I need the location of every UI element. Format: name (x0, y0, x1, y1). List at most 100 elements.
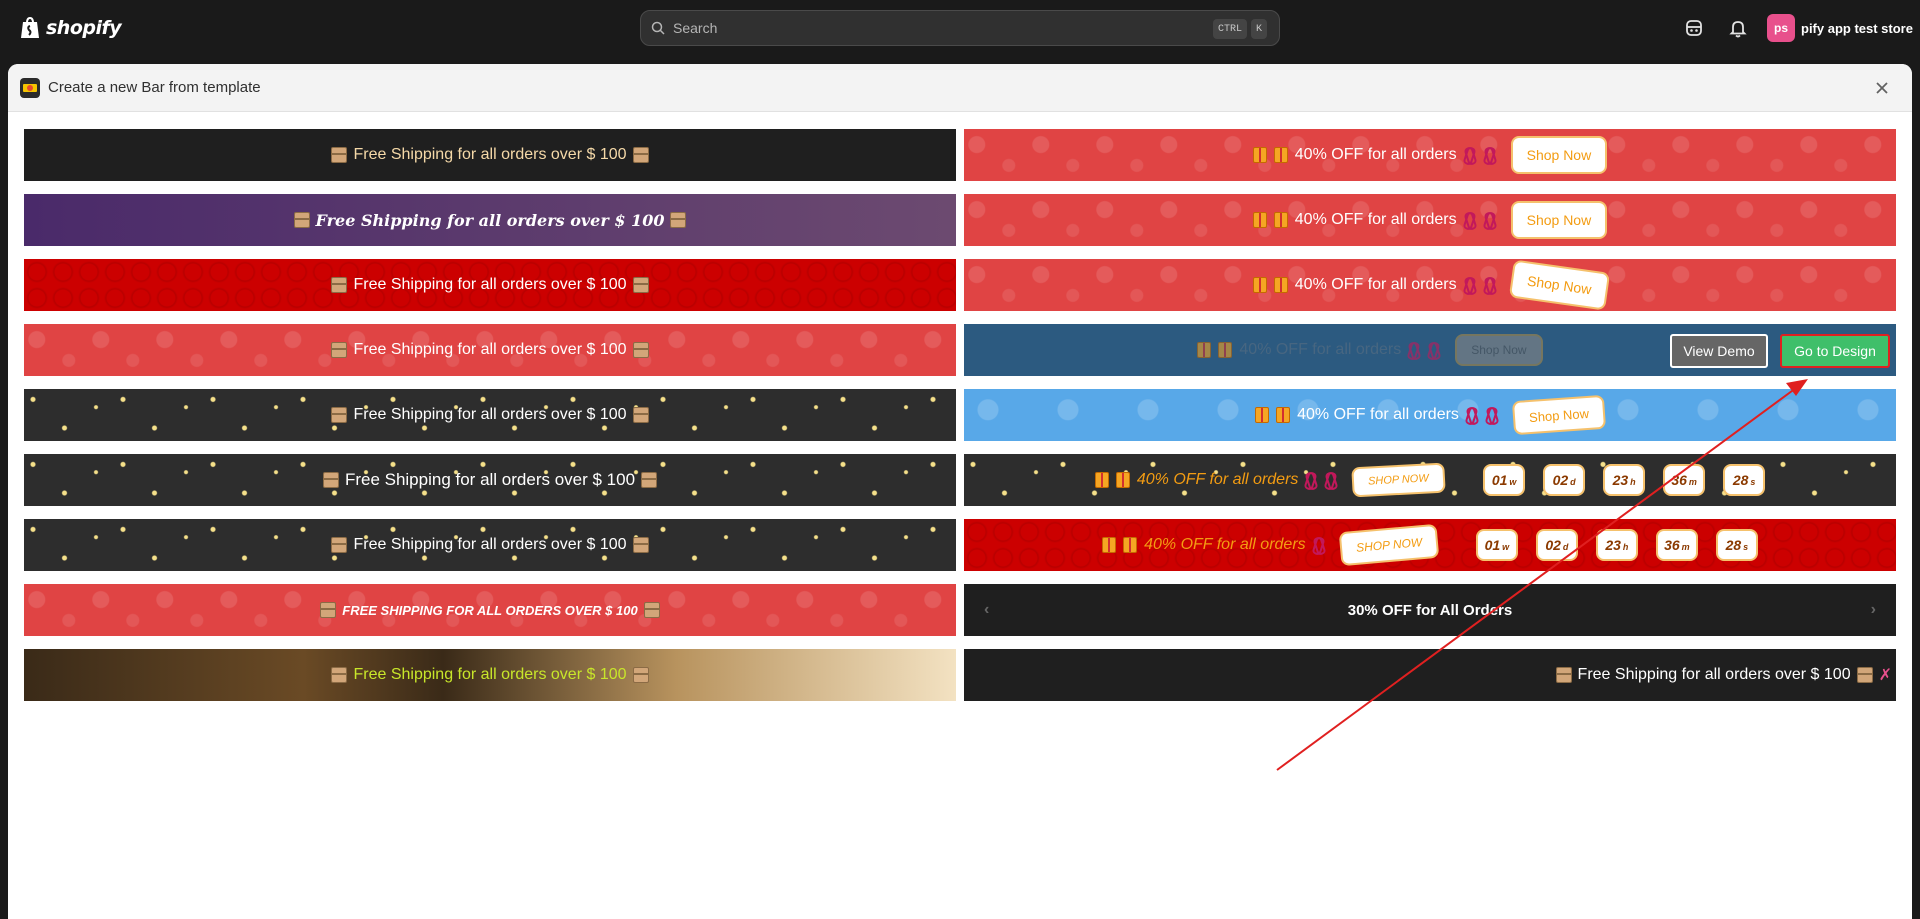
shopify-bag-icon (21, 16, 39, 38)
avatar: ps (1767, 14, 1795, 42)
template-bar-left-4[interactable]: Free Shipping for all orders over $ 100 (24, 324, 956, 376)
app-logo-icon (23, 84, 37, 92)
shortcut-ctrl: CTRL (1213, 19, 1248, 39)
chevron-left-icon[interactable]: ‹ (984, 601, 989, 619)
ribbon-icon (1485, 147, 1495, 163)
ribbon-icon (1306, 472, 1316, 488)
store-switcher[interactable]: ps pify app test store (1767, 14, 1913, 42)
template-bar-left-5[interactable]: Free Shipping for all orders over $ 100 (24, 389, 956, 441)
ribbon-icon (1429, 342, 1439, 358)
offer-text: 40% OFF for all orders (1136, 471, 1299, 488)
logo-text: shopify (46, 17, 122, 39)
slider-text: 30% OFF for All Orders (1347, 601, 1513, 619)
template-bar-right-9[interactable]: Free Shipping for all orders over $ 100 ✗ (964, 649, 1896, 701)
shop-now-button[interactable]: SHOP NOW (1338, 523, 1440, 567)
package-icon (331, 537, 348, 553)
sidekick-icon[interactable] (1682, 16, 1706, 40)
shortcut-k: K (1251, 19, 1268, 39)
chevron-right-icon[interactable]: › (1871, 601, 1876, 619)
search-input[interactable]: Search CTRL K (640, 10, 1280, 46)
package-icon (320, 602, 337, 618)
template-bar-right-2[interactable]: 40% OFF for all orders Shop Now (964, 194, 1896, 246)
package-icon (293, 212, 310, 228)
countdown-days: 02 d (1543, 464, 1586, 496)
bar-text: Free Shipping for all orders over $ 100 (353, 666, 627, 683)
package-icon (632, 537, 649, 553)
package-icon (632, 277, 649, 293)
package-icon (331, 147, 348, 163)
bar-text: Free Shipping for all orders over $ 100 (353, 341, 627, 358)
bar-text: Free Shipping for all orders over $ 100 (344, 470, 636, 489)
gift-icon (1102, 537, 1117, 553)
bell-icon[interactable] (1726, 16, 1750, 40)
package-icon (1856, 667, 1873, 683)
shopify-logo[interactable]: shopify (20, 14, 122, 42)
template-bar-left-8[interactable]: FREE SHIPPING FOR ALL ORDERS OVER $ 100 (24, 584, 956, 636)
template-bar-right-1[interactable]: 40% OFF for all orders Shop Now (964, 129, 1896, 181)
offer-text: 40% OFF for all orders (1297, 406, 1459, 423)
ribbon-icon (1487, 407, 1497, 423)
shop-now-button[interactable]: Shop Now (1510, 136, 1608, 174)
shop-now-button[interactable]: Shop Now (1510, 201, 1608, 239)
package-icon (641, 472, 658, 488)
search-placeholder: Search (673, 20, 718, 36)
bar-text: Free Shipping for all orders over $ 100 (353, 536, 627, 553)
app-icon (20, 78, 40, 98)
package-icon (322, 472, 339, 488)
package-icon (331, 277, 348, 293)
marquee-text: Free Shipping for all orders over $ 100 (1577, 666, 1851, 683)
bar-text: Free Shipping for all orders over $ 100 (353, 406, 627, 423)
ribbon-icon: ✗ (1878, 667, 1892, 684)
shop-now-button[interactable]: Shop Now (1511, 394, 1606, 436)
countdown-days: 02 d (1535, 529, 1578, 561)
package-icon (643, 602, 660, 618)
view-demo-button[interactable]: View Demo (1670, 334, 1768, 368)
template-bar-left-7[interactable]: Free Shipping for all orders over $ 100 (24, 519, 956, 571)
package-icon (331, 667, 348, 683)
countdown-seconds: 28 s (1723, 464, 1766, 496)
go-to-design-button[interactable]: Go to Design (1780, 334, 1890, 368)
offer-text: 40% OFF for all orders (1239, 341, 1402, 358)
ribbon-icon (1467, 407, 1477, 423)
offer-text: 40% OFF for all orders (1294, 276, 1457, 293)
template-bar-right-5[interactable]: 40% OFF for all orders Shop Now (964, 389, 1896, 441)
gift-icon (1273, 147, 1288, 163)
countdown-weeks: 01 w (1475, 529, 1518, 561)
package-icon (632, 407, 649, 423)
template-bar-left-3[interactable]: Free Shipping for all orders over $ 100 (24, 259, 956, 311)
offer-text: 40% OFF for all orders (1144, 536, 1306, 553)
ribbon-icon (1314, 537, 1324, 553)
gift-icon (1273, 212, 1288, 228)
countdown-minutes: 36 m (1663, 464, 1706, 496)
gift-icon (1252, 147, 1267, 163)
ribbon-icon (1465, 277, 1475, 293)
package-icon (632, 342, 649, 358)
gift-icon (1255, 407, 1270, 423)
template-bar-right-3[interactable]: 40% OFF for all orders Shop Now (964, 259, 1896, 311)
top-bar: shopify Search CTRL K ps pify app test s… (0, 0, 1920, 56)
template-bar-left-6[interactable]: Free Shipping for all orders over $ 100 (24, 454, 956, 506)
gift-icon (1276, 407, 1291, 423)
gift-icon (1218, 342, 1233, 358)
store-name: pify app test store (1801, 20, 1913, 36)
template-bar-right-6[interactable]: 40% OFF for all orders SHOP NOW 01 w 02 d 2… (964, 454, 1896, 506)
close-icon[interactable] (1872, 78, 1892, 98)
template-bar-right-8[interactable]: ‹ 30% OFF for All Orders › (964, 584, 1896, 636)
gift-icon (1252, 212, 1267, 228)
template-bar-left-2[interactable]: Free Shipping for all orders over $ 100 (24, 194, 956, 246)
countdown-seconds: 28 s (1715, 529, 1758, 561)
shop-now-button[interactable]: Shop Now (1508, 259, 1610, 311)
offer-text: 40% OFF for all orders (1294, 211, 1457, 228)
bar-text: Free Shipping for all orders over $ 100 (353, 146, 627, 163)
gift-icon (1273, 277, 1288, 293)
template-bar-right-7[interactable]: 40% OFF for all orders SHOP NOW 01 w 02 d 2… (964, 519, 1896, 571)
shop-now-button[interactable]: Shop Now (1455, 334, 1543, 366)
ribbon-icon (1485, 212, 1495, 228)
package-icon (632, 667, 649, 683)
bar-text: FREE SHIPPING FOR ALL ORDERS OVER $ 100 (342, 602, 638, 618)
package-icon (670, 212, 687, 228)
gift-icon (1197, 342, 1212, 358)
template-bar-left-9[interactable]: Free Shipping for all orders over $ 100 (24, 649, 956, 701)
shop-now-button[interactable]: SHOP NOW (1351, 462, 1446, 498)
template-bar-left-1[interactable]: Free Shipping for all orders over $ 100 (24, 129, 956, 181)
